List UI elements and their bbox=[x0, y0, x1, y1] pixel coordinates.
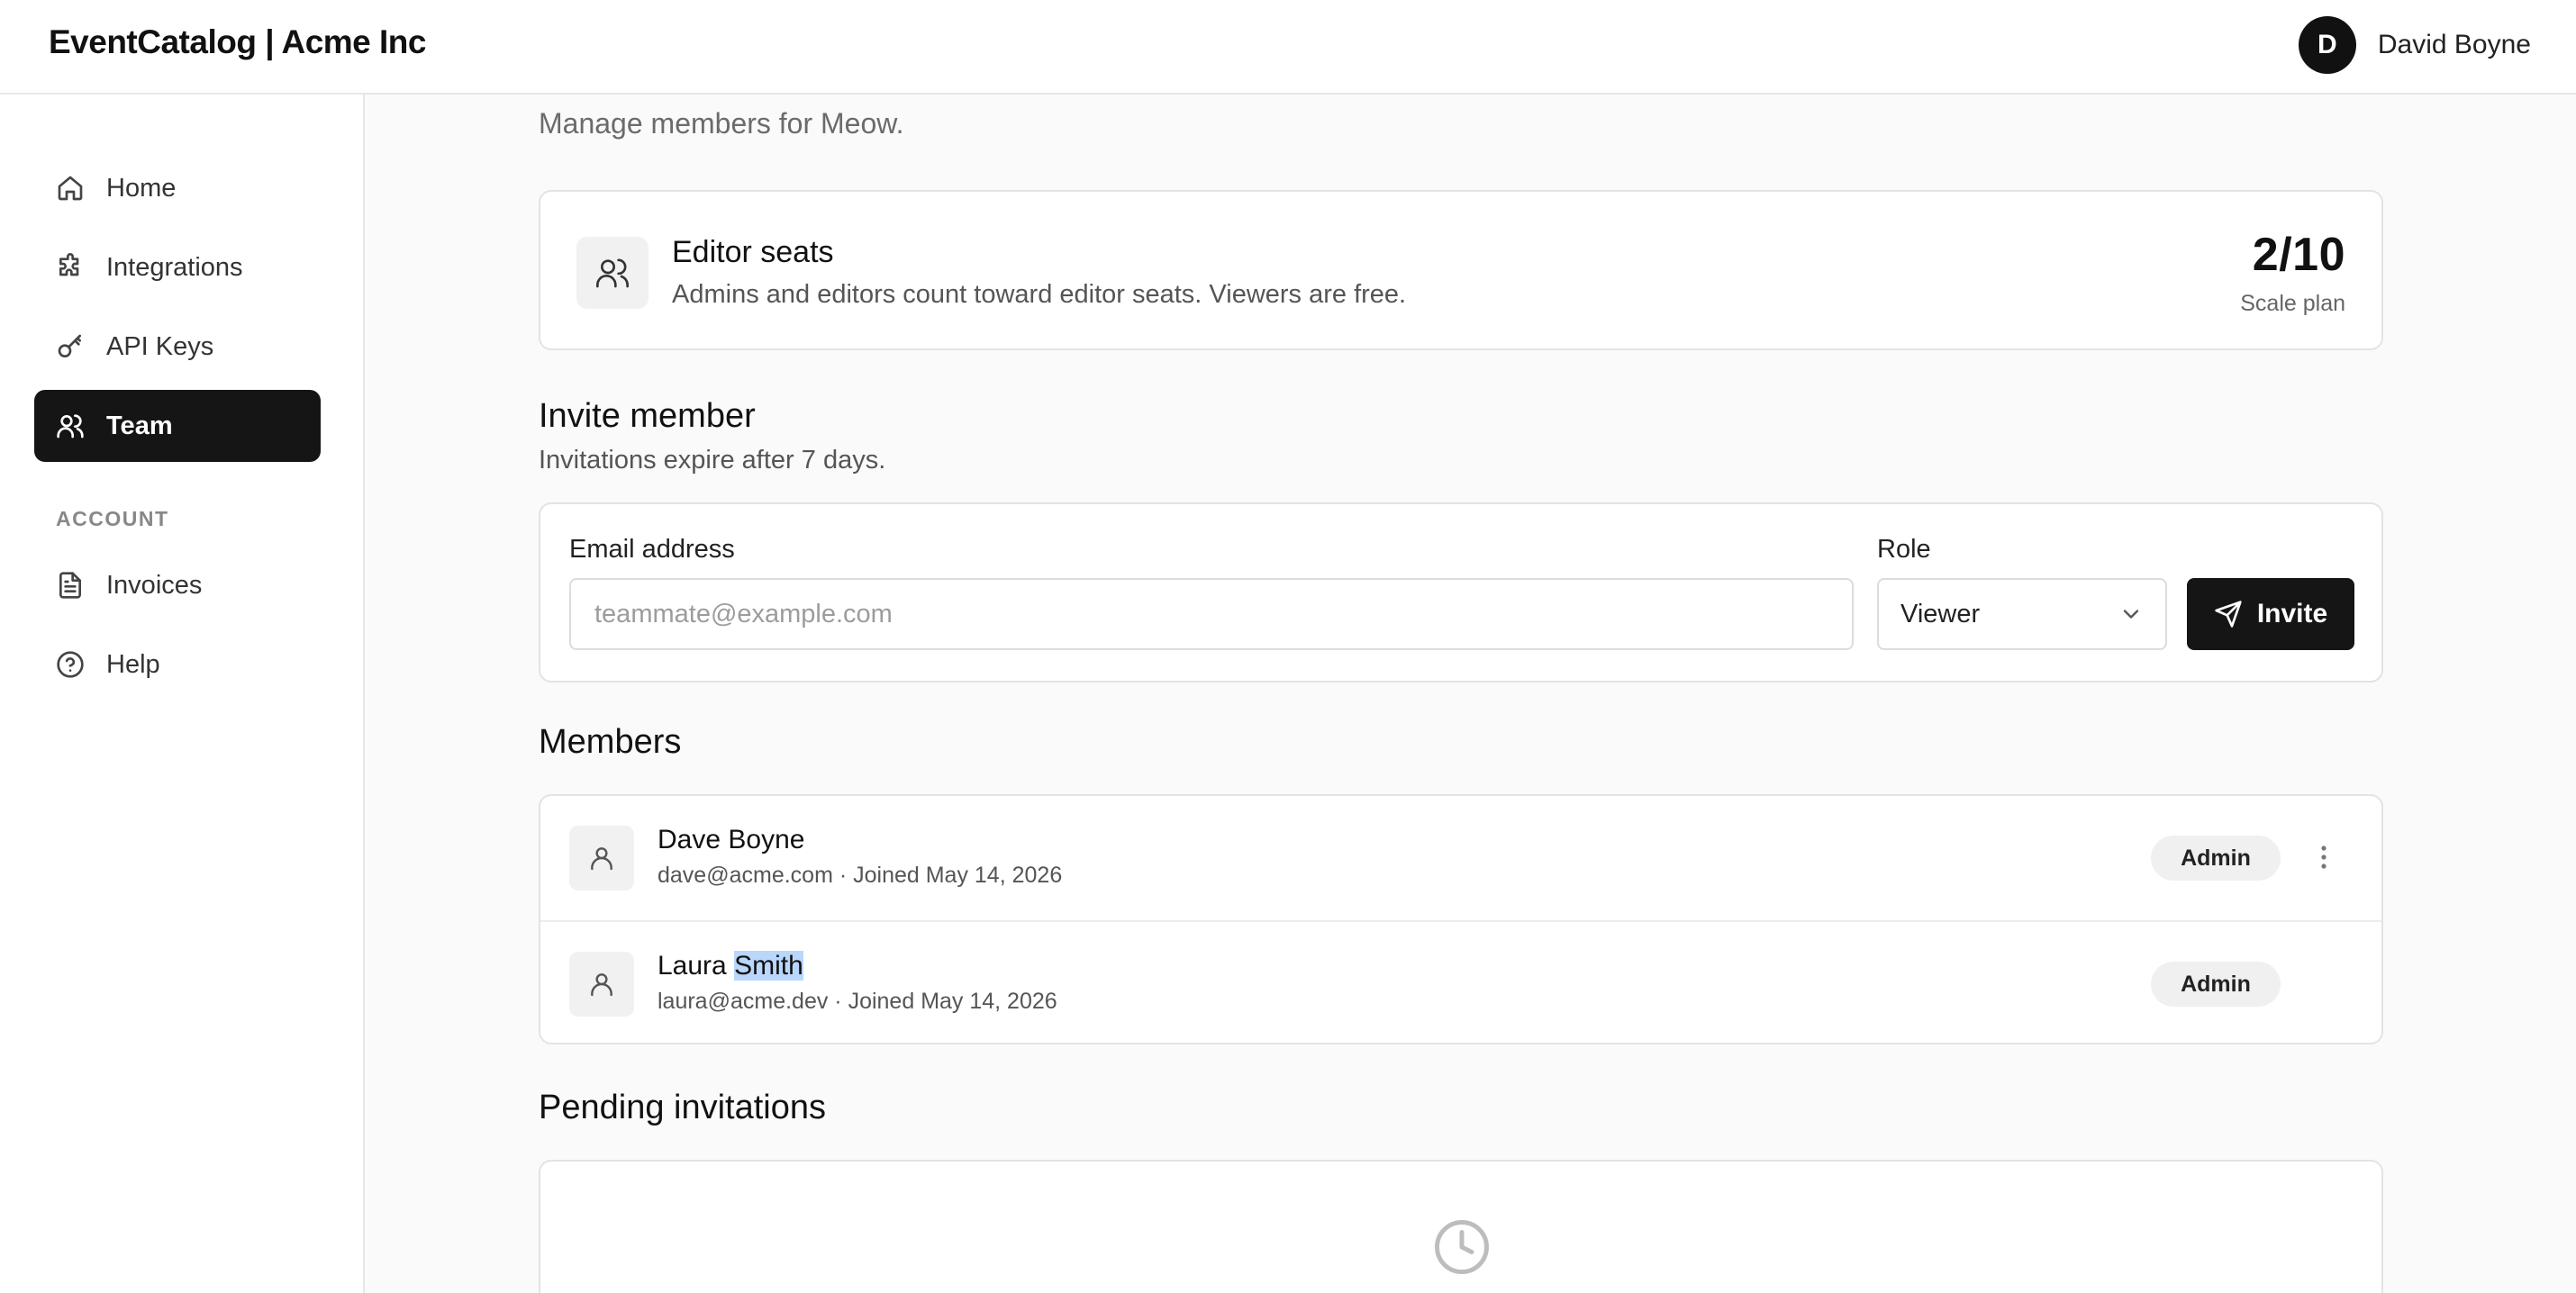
sidebar-item-team[interactable]: Team bbox=[34, 390, 321, 462]
role-label: Role bbox=[1877, 535, 1931, 564]
page-subtitle: Manage members for Meow. bbox=[539, 107, 904, 140]
account-section-label: ACCOUNT bbox=[56, 507, 169, 530]
sidebar-item-integrations[interactable]: Integrations bbox=[34, 231, 321, 303]
avatar[interactable]: D bbox=[2298, 16, 2356, 74]
sidebar: Home Integrations API Keys Team ACCOUNT … bbox=[0, 95, 365, 1293]
invite-subtitle: Invitations expire after 7 days. bbox=[539, 446, 886, 475]
invite-title: Invite member bbox=[539, 397, 756, 435]
plan-name: Scale plan bbox=[2240, 291, 2345, 316]
chevron-down-icon bbox=[2123, 610, 2139, 619]
members-list: Dave Boyne dave@acme.com · Joined May 14… bbox=[539, 794, 2383, 1044]
invite-button[interactable]: Invite bbox=[2187, 578, 2354, 650]
role-select[interactable]: Viewer bbox=[1877, 578, 2167, 650]
seats-title: Editor seats bbox=[672, 235, 834, 269]
seats-description: Admins and editors count toward editor s… bbox=[672, 280, 1407, 309]
email-label: Email address bbox=[569, 535, 735, 564]
users-icon bbox=[576, 237, 649, 309]
sidebar-item-label: Team bbox=[106, 411, 173, 440]
member-meta: laura@acme.dev · Joined May 14, 2026 bbox=[658, 989, 1057, 1014]
sidebar-item-invoices[interactable]: Invoices bbox=[34, 549, 321, 621]
home-icon bbox=[58, 176, 83, 201]
sidebar-item-api-keys[interactable]: API Keys bbox=[34, 311, 321, 383]
member-name: Laura Smith bbox=[658, 951, 803, 981]
user-icon bbox=[569, 826, 634, 891]
members-title: Members bbox=[539, 723, 682, 761]
users-icon bbox=[57, 414, 84, 439]
pending-invitations-card bbox=[539, 1160, 2383, 1293]
member-name: Dave Boyne bbox=[658, 825, 805, 854]
more-options-icon[interactable] bbox=[2309, 843, 2338, 872]
sidebar-item-home[interactable]: Home bbox=[34, 152, 321, 224]
top-bar: EventCatalog | Acme Inc D David Boyne bbox=[0, 0, 2576, 95]
puzzle-icon bbox=[59, 253, 79, 276]
app-title[interactable]: EventCatalog | Acme Inc bbox=[49, 23, 427, 61]
member-meta: dave@acme.com · Joined May 14, 2026 bbox=[658, 863, 1063, 888]
table-row: Laura Smith laura@acme.dev · Joined May … bbox=[540, 920, 2381, 1044]
user-menu[interactable]: D David Boyne bbox=[2298, 16, 2531, 74]
invite-form: Email address Role Viewer Invite bbox=[539, 502, 2383, 683]
key-icon bbox=[58, 334, 81, 357]
clock-icon bbox=[1432, 1217, 1492, 1281]
selected-text: Smith bbox=[734, 951, 803, 981]
user-icon bbox=[569, 952, 634, 1017]
editor-seats-card: Editor seats Admins and editors count to… bbox=[539, 190, 2383, 350]
table-row: Dave Boyne dave@acme.com · Joined May 14… bbox=[540, 796, 2381, 920]
sidebar-item-label: Invoices bbox=[106, 570, 203, 600]
seats-count: 2/10 bbox=[2252, 229, 2345, 281]
role-value: Viewer bbox=[1900, 599, 1981, 628]
help-circle-icon bbox=[57, 651, 84, 678]
sidebar-item-help[interactable]: Help bbox=[34, 628, 321, 701]
send-icon bbox=[2215, 601, 2242, 628]
invite-button-label: Invite bbox=[2256, 599, 2328, 628]
pending-title: Pending invitations bbox=[539, 1089, 826, 1126]
sidebar-item-label: Help bbox=[106, 649, 160, 679]
sidebar-item-label: Integrations bbox=[106, 252, 243, 282]
sidebar-item-label: API Keys bbox=[106, 331, 214, 361]
role-badge: Admin bbox=[2151, 962, 2281, 1007]
user-name[interactable]: David Boyne bbox=[2378, 30, 2531, 60]
sidebar-item-label: Home bbox=[106, 173, 177, 203]
role-badge: Admin bbox=[2151, 836, 2281, 881]
email-field[interactable] bbox=[569, 578, 1854, 650]
file-text-icon bbox=[59, 572, 81, 599]
